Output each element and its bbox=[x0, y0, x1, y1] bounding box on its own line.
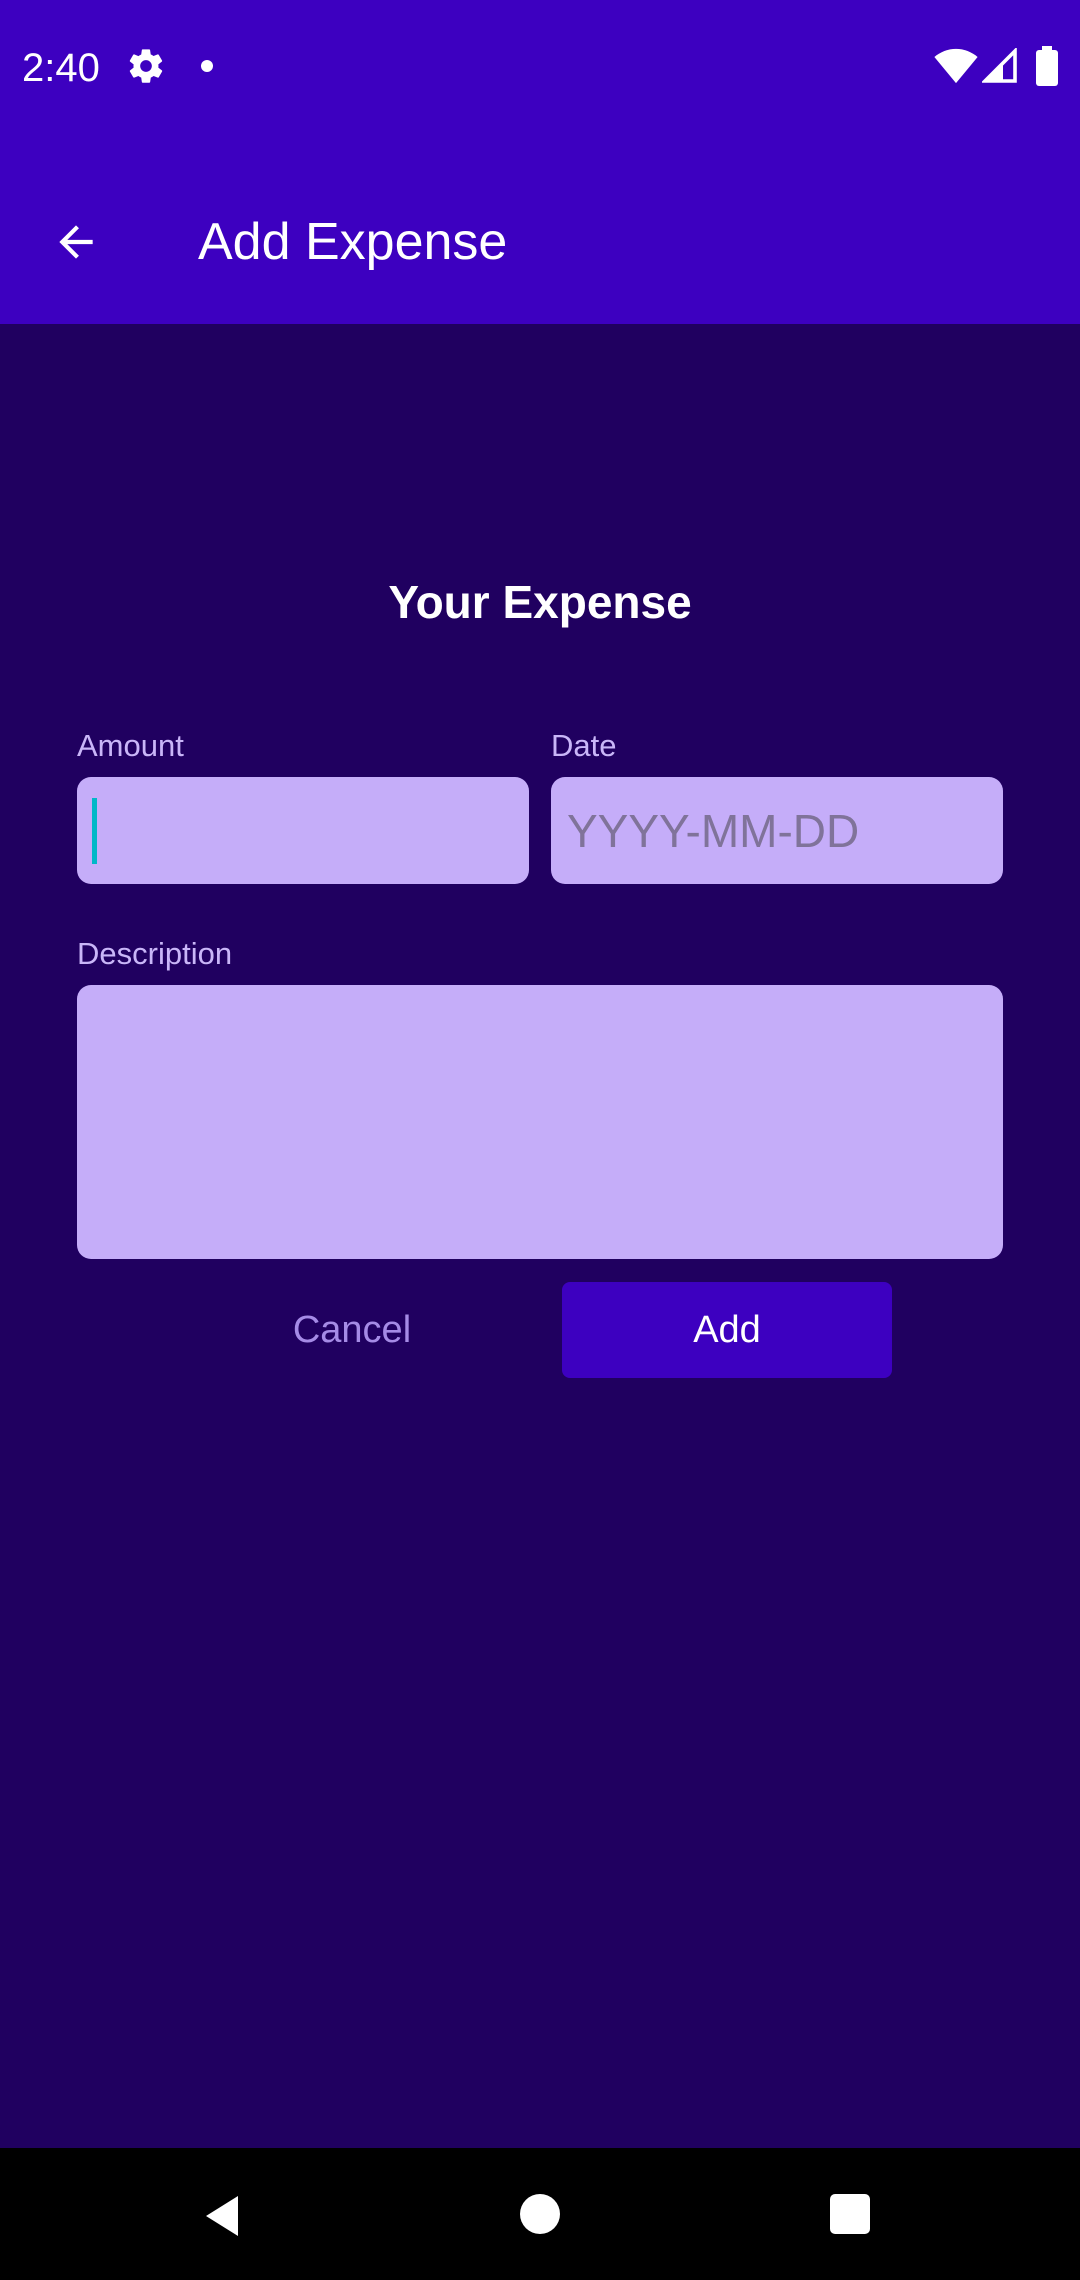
amount-input[interactable] bbox=[77, 777, 529, 884]
cancel-button[interactable]: Cancel bbox=[254, 1282, 450, 1378]
amount-label: Amount bbox=[77, 728, 184, 763]
date-label: Date bbox=[551, 728, 617, 763]
description-label: Description bbox=[77, 936, 233, 971]
notification-dot-icon bbox=[201, 60, 213, 72]
status-time: 2:40 bbox=[22, 46, 100, 90]
nav-recents-icon[interactable] bbox=[830, 2194, 870, 2234]
battery-icon bbox=[1036, 46, 1058, 86]
back-button[interactable] bbox=[40, 206, 112, 278]
form-heading: Your Expense bbox=[388, 576, 692, 628]
status-bar: 2:40 bbox=[0, 0, 1080, 136]
navigation-bar bbox=[0, 2148, 1080, 2280]
wifi-icon bbox=[934, 48, 978, 84]
nav-home-icon[interactable] bbox=[520, 2194, 560, 2234]
date-input[interactable] bbox=[551, 777, 1003, 884]
add-button[interactable]: Add bbox=[562, 1282, 892, 1378]
gear-icon bbox=[129, 49, 163, 83]
text-cursor bbox=[92, 798, 97, 864]
page-title: Add Expense bbox=[198, 213, 508, 271]
app-bar: Add Expense bbox=[0, 136, 1080, 324]
description-input[interactable] bbox=[77, 985, 1003, 1259]
signal-icon bbox=[982, 48, 1017, 83]
nav-back-icon[interactable] bbox=[200, 2192, 248, 2240]
arrow-left-icon bbox=[59, 225, 93, 259]
add-expense-screen: 2:40 Add Expense Your Expense Amount Dat… bbox=[0, 0, 1080, 2280]
